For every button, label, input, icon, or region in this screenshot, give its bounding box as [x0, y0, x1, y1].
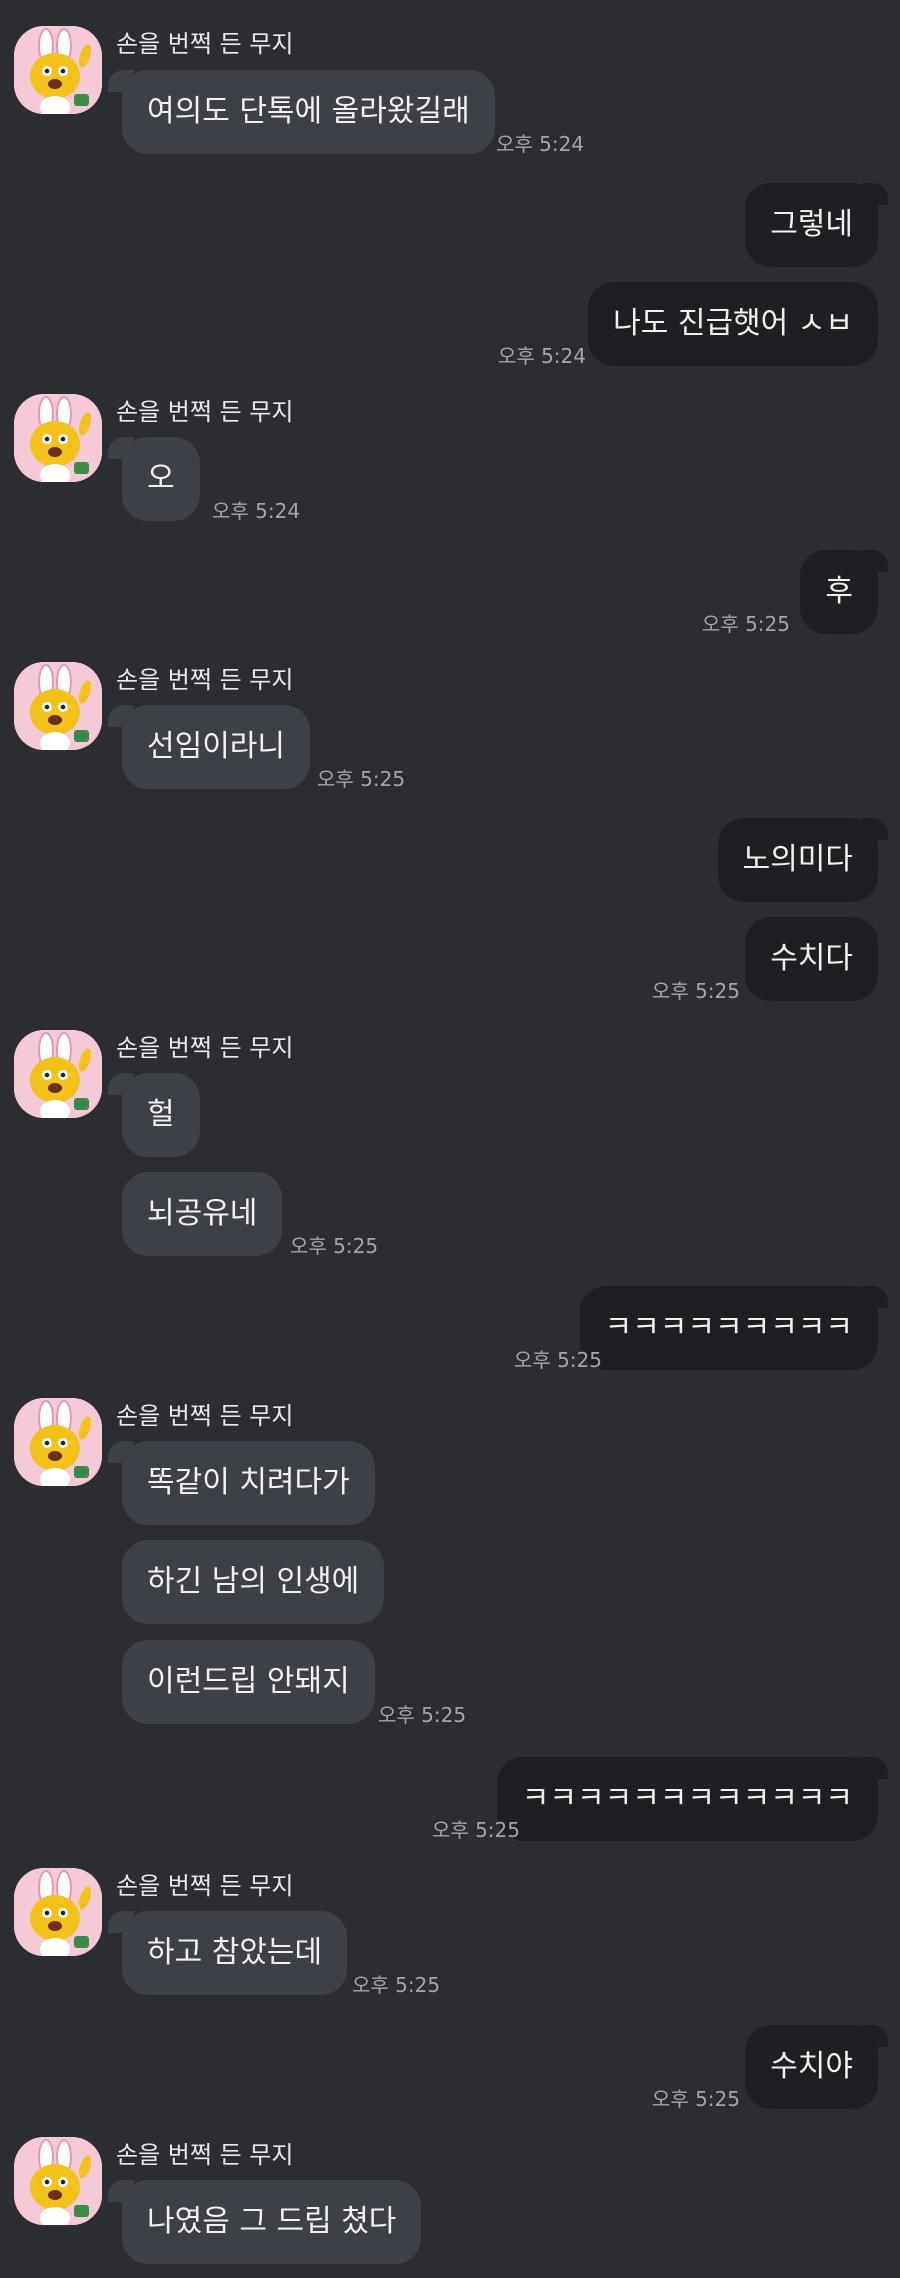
muzi-rabbit-icon [14, 394, 102, 482]
muzi-rabbit-icon [14, 2137, 102, 2225]
message-time: 오후 5:24 [496, 132, 585, 156]
message-time: 오후 5:25 [431, 1818, 520, 1842]
message-time: 오후 5:24 [212, 499, 301, 523]
sender-name: 손을 번쩍 든 무지 [116, 666, 294, 694]
sender-avatar[interactable] [14, 662, 102, 750]
outgoing-message[interactable]: 나도 진급햇어 ㅅㅂ [588, 282, 878, 366]
muzi-rabbit-icon [14, 662, 102, 750]
sender-name: 손을 번쩍 든 무지 [116, 398, 294, 426]
chat-area[interactable]: 손을 번쩍 든 무지 여의도 단톡에 올라왔길래 오후 5:24 그렇네 나도 … [0, 0, 900, 2278]
muzi-rabbit-icon [14, 1030, 102, 1118]
message-time: 오후 5:25 [317, 767, 406, 791]
incoming-message[interactable]: 여의도 단톡에 올라왔길래 [122, 70, 495, 154]
sender-avatar[interactable] [14, 1398, 102, 1486]
muzi-rabbit-icon [14, 1868, 102, 1956]
sender-avatar[interactable] [14, 1030, 102, 1118]
message-time: 오후 5:25 [513, 1348, 602, 1372]
sender-avatar[interactable] [14, 1868, 102, 1956]
outgoing-message[interactable]: ㅋㅋㅋㅋㅋㅋㅋㅋㅋ [579, 1286, 878, 1370]
sender-avatar[interactable] [14, 2137, 102, 2225]
outgoing-message[interactable]: 수치다 [745, 917, 878, 1001]
sender-name: 손을 번쩍 든 무지 [116, 30, 294, 58]
message-time: 오후 5:25 [352, 1973, 441, 1997]
message-time: 오후 5:25 [651, 979, 740, 1003]
sender-avatar[interactable] [14, 26, 102, 114]
incoming-message[interactable]: 똑같이 치려다가 [122, 1441, 375, 1525]
outgoing-message[interactable]: 후 [800, 550, 878, 634]
incoming-message[interactable]: 하고 참았는데 [122, 1911, 348, 1995]
incoming-message[interactable]: 오 [122, 437, 200, 521]
incoming-message[interactable]: 하긴 남의 인생에 [122, 1540, 385, 1624]
message-time: 오후 5:25 [378, 1703, 467, 1727]
incoming-message[interactable]: 헐 [122, 1073, 200, 1157]
muzi-rabbit-icon [14, 1398, 102, 1486]
outgoing-message[interactable]: 그렇네 [745, 183, 878, 267]
outgoing-message[interactable]: ㅋㅋㅋㅋㅋㅋㅋㅋㅋㅋㅋㅋ [496, 1757, 878, 1841]
incoming-message[interactable]: 이런드립 안돼지 [122, 1640, 375, 1724]
sender-name: 손을 번쩍 든 무지 [116, 1872, 294, 1900]
sender-name: 손을 번쩍 든 무지 [116, 1034, 294, 1062]
message-time: 오후 5:25 [290, 1234, 379, 1258]
outgoing-message[interactable]: 노의미다 [717, 818, 878, 902]
muzi-rabbit-icon [14, 26, 102, 114]
sender-avatar[interactable] [14, 394, 102, 482]
sender-name: 손을 번쩍 든 무지 [116, 2141, 294, 2169]
incoming-message[interactable]: 나였음 그 드립 쳤다 [122, 2180, 422, 2264]
message-time: 오후 5:25 [651, 2087, 740, 2111]
incoming-message[interactable]: 선임이라니 [122, 705, 310, 789]
message-time: 오후 5:25 [701, 612, 790, 636]
message-time: 오후 5:24 [497, 344, 586, 368]
outgoing-message[interactable]: 수치야 [745, 2025, 878, 2109]
sender-name: 손을 번쩍 든 무지 [116, 1402, 294, 1430]
incoming-message[interactable]: 뇌공유네 [122, 1172, 283, 1256]
